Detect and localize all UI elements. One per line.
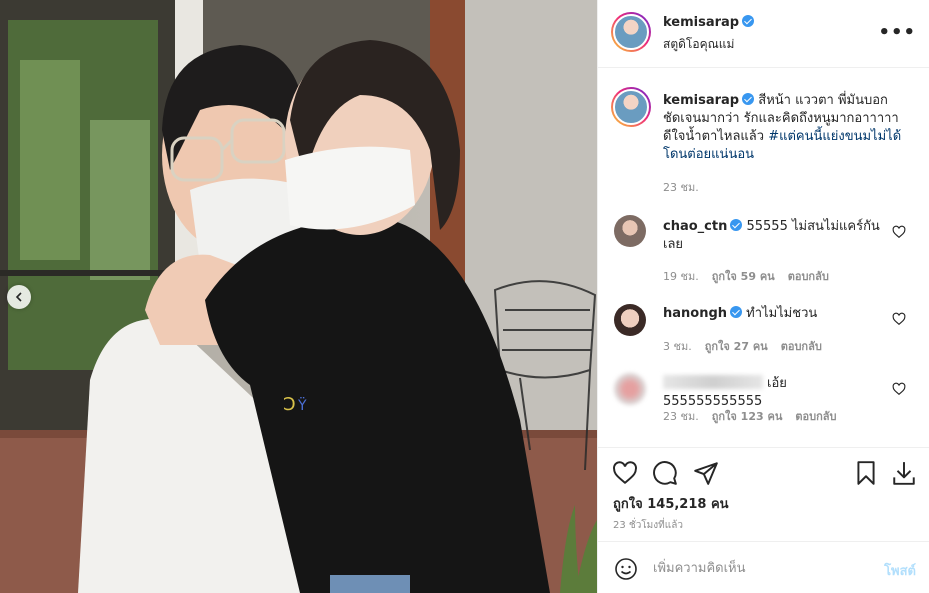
comment-meta: 19 ชม. ถูกใจ 59 คน ตอบกลับ [663,267,829,285]
comment-text: ทำไมไม่ชวน [746,306,818,321]
comment-composer: โพสต์ [598,541,929,593]
chevron-left-icon [15,292,22,302]
post-comment-button[interactable]: โพสต์ [884,560,916,581]
photo-illustration: Ɔ Ϋ [0,0,597,593]
comment-like-heart-icon[interactable] [892,225,906,239]
comment-likes[interactable]: ถูกใจ 59 คน [712,267,775,285]
comment-item: hanongh ทำไมไม่ชวน [663,305,888,323]
likes-count[interactable]: ถูกใจ 145,218 คน [613,493,729,514]
comment-icon[interactable] [652,460,678,486]
comment-meta: 3 ชม. ถูกใจ 27 คน ตอบกลับ [663,337,822,355]
commenter-avatar[interactable] [614,304,646,336]
verified-badge-icon [742,15,755,27]
comment-item: chao_ctn 55555 ไม่สนไม่แคร์กันเลย [663,218,888,254]
post-header: kemisarap สตูดิโอคุณแม่ ••• [598,0,929,68]
comment-likes[interactable]: ถูกใจ 27 คน [705,337,768,355]
reply-button[interactable]: ตอบกลับ [795,407,836,425]
download-icon[interactable] [891,460,917,486]
reply-button[interactable]: ตอบกลับ [788,267,829,285]
caption-timestamp[interactable]: 23 ชม. [663,178,699,196]
verified-badge-icon [730,219,743,231]
comment-like-heart-icon[interactable] [892,382,906,396]
caption-username[interactable]: kemisarap [663,93,739,108]
blurred-username [663,375,763,389]
send-icon[interactable] [693,460,719,486]
comment-time[interactable]: 3 ชม. [663,337,692,355]
svg-text:Ϋ: Ϋ [297,396,307,414]
comment-time[interactable]: 19 ชม. [663,267,699,285]
comment-like-heart-icon[interactable] [892,312,906,326]
caption-author-avatar[interactable] [611,87,651,127]
post-photo[interactable]: Ɔ Ϋ [0,0,597,593]
comment-likes[interactable]: ถูกใจ 123 คน [712,407,783,425]
verified-badge-icon [742,93,755,105]
verified-badge-icon [730,306,743,318]
commenter-username[interactable]: chao_ctn [663,219,727,234]
comment-input[interactable] [653,557,863,579]
post-side-panel: kemisarap สตูดิโอคุณแม่ ••• kemisarap สี… [597,0,929,593]
comment-item: เอ้ย 555555555555 [663,375,888,411]
location-link[interactable]: สตูดิโอคุณแม่ [663,35,734,54]
commenter-username[interactable]: hanongh [663,306,727,321]
comment-time[interactable]: 23 ชม. [663,407,699,425]
author-username[interactable]: kemisarap [663,15,755,30]
emoji-icon[interactable] [614,557,638,581]
previous-photo-button[interactable] [7,285,31,309]
post-caption: kemisarap สีหน้า แววตา พี่มันบอกชัดเจนมา… [663,92,918,164]
post-timestamp[interactable]: 23 ชั่วโมงที่แล้ว [613,518,683,533]
bookmark-icon[interactable] [853,460,879,486]
comment-meta: 23 ชม. ถูกใจ 123 คน ตอบกลับ [663,407,836,425]
svg-text:Ɔ: Ɔ [283,394,296,415]
commenter-avatar-blurred[interactable] [614,373,646,405]
more-options-button[interactable]: ••• [878,22,916,43]
reply-button[interactable]: ตอบกลับ [781,337,822,355]
commenter-avatar[interactable] [614,215,646,247]
author-avatar[interactable] [611,12,651,52]
heart-icon[interactable] [612,460,638,486]
comments-list[interactable]: kemisarap สีหน้า แววตา พี่มันบอกชัดเจนมา… [598,69,929,447]
